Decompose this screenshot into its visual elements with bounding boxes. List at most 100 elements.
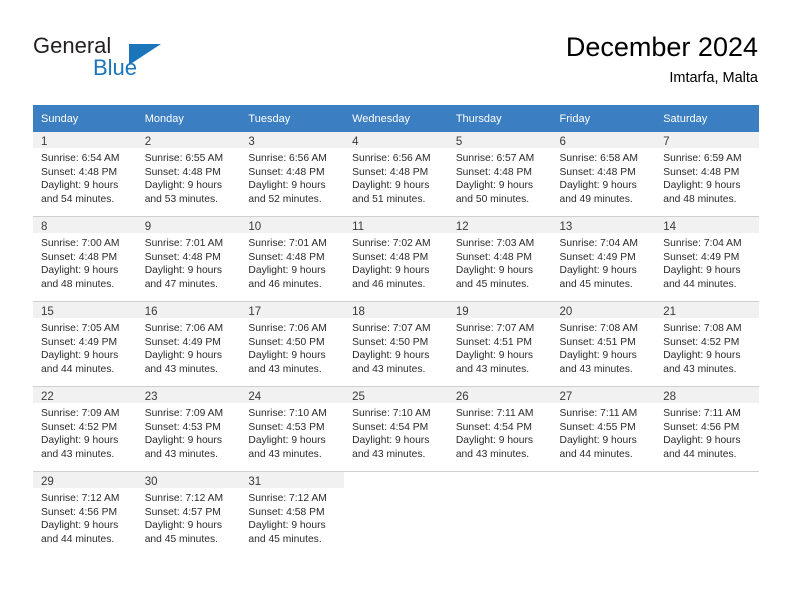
calendar-day-cell[interactable]: 30 Sunrise: 7:12 AM Sunset: 4:57 PM Dayligh…	[136, 472, 241, 556]
day-sunrise-text: Sunrise: 7:03 AM	[455, 238, 535, 249]
day-daylight-line1-text: Daylight: 9 hours	[455, 350, 534, 362]
day-daylight-line2-text: and 45 minutes.	[559, 278, 633, 290]
calendar-day-cell[interactable]: 7 Sunrise: 6:59 AM Sunset: 4:48 PM Daylight…	[655, 132, 759, 217]
calendar-day-cell[interactable]: 4 Sunrise: 6:56 AM Sunset: 4:48 PM Daylight…	[344, 132, 448, 217]
day-sunset-text: Sunset: 4:51 PM	[455, 336, 532, 348]
day-cell-inner: 22 Sunrise: 7:09 AM Sunset: 4:52 PM Dayligh…	[33, 387, 137, 471]
day-number: 25	[344, 387, 448, 403]
calendar-day-cell[interactable]: 10 Sunrise: 7:01 AM Sunset: 4:48 PM Dayligh…	[240, 216, 345, 302]
day-daylight-line1-text: Daylight: 9 hours	[663, 180, 741, 192]
day-sunset-text: Sunset: 4:53 PM	[248, 421, 325, 433]
calendar-day-cell[interactable]: 15 Sunrise: 7:05 AM Sunset: 4:49 PM Dayligh…	[33, 301, 137, 387]
day-cell-inner: 18 Sunrise: 7:07 AM Sunset: 4:50 PM Dayligh…	[344, 302, 448, 386]
day-sunrise-text: Sunrise: 7:11 AM	[663, 408, 741, 419]
day-daylight-line2-text: and 44 minutes.	[663, 448, 737, 460]
day-daylight-line2-text: and 45 minutes.	[455, 278, 530, 290]
calendar-day-cell[interactable]: 12 Sunrise: 7:03 AM Sunset: 4:48 PM Dayligh…	[447, 216, 552, 302]
calendar-day-cell[interactable]: 1 Sunrise: 6:54 AM Sunset: 4:48 PM Daylight…	[33, 132, 137, 217]
day-details: Sunrise: 6:59 AM Sunset: 4:48 PM Daylight:…	[655, 148, 759, 206]
day-details: Sunrise: 7:02 AM Sunset: 4:48 PM Daylight:…	[344, 233, 448, 291]
day-daylight-line2-text: and 43 minutes.	[352, 363, 426, 375]
calendar-day-cell[interactable]: 9 Sunrise: 7:01 AM Sunset: 4:48 PM Daylight…	[136, 216, 241, 302]
calendar-week-row: 29 Sunrise: 7:12 AM Sunset: 4:56 PM Dayligh…	[33, 472, 759, 556]
day-details: Sunrise: 7:00 AM Sunset: 4:48 PM Daylight:…	[33, 233, 137, 291]
day-daylight-line2-text: and 47 minutes.	[144, 278, 218, 290]
calendar-day-cell[interactable]: 16 Sunrise: 7:06 AM Sunset: 4:49 PM Dayligh…	[136, 301, 241, 387]
day-cell-inner: 7 Sunrise: 6:59 AM Sunset: 4:48 PM Daylight…	[655, 132, 759, 216]
day-sunrise-text: Sunrise: 6:59 AM	[663, 153, 742, 164]
day-daylight-line2-text: and 54 minutes.	[41, 193, 115, 205]
day-sunrise-text: Sunrise: 7:09 AM	[144, 408, 224, 419]
calendar-day-cell[interactable]: 22 Sunrise: 7:09 AM Sunset: 4:52 PM Dayligh…	[33, 386, 137, 472]
calendar-day-cell[interactable]: 18 Sunrise: 7:07 AM Sunset: 4:50 PM Dayligh…	[344, 301, 448, 387]
brand-logo[interactable]: General Blue	[33, 33, 213, 85]
day-daylight-line1-text: Daylight: 9 hours	[352, 350, 430, 362]
day-daylight-line1-text: Daylight: 9 hours	[352, 180, 430, 192]
day-daylight-line2-text: and 44 minutes.	[559, 448, 633, 460]
day-daylight-line2-text: and 48 minutes.	[41, 278, 115, 290]
calendar-day-cell[interactable]: 25 Sunrise: 7:10 AM Sunset: 4:54 PM Dayligh…	[344, 386, 448, 472]
day-cell-inner	[344, 472, 448, 556]
day-sunset-text: Sunset: 4:48 PM	[663, 166, 740, 178]
day-sunrise-text: Sunrise: 7:06 AM	[144, 323, 224, 334]
day-number: 14	[655, 217, 759, 233]
day-number: 7	[655, 132, 759, 148]
day-daylight-line1-text: Daylight: 9 hours	[144, 435, 222, 447]
day-number: 3	[240, 132, 345, 148]
day-daylight-line2-text: and 53 minutes.	[144, 193, 218, 205]
day-daylight-line2-text: and 45 minutes.	[248, 533, 322, 545]
day-cell-inner: 17 Sunrise: 7:06 AM Sunset: 4:50 PM Dayligh…	[240, 302, 345, 386]
calendar-day-cell[interactable]: 26 Sunrise: 7:11 AM Sunset: 4:54 PM Dayligh…	[447, 386, 552, 472]
day-cell-inner: 6 Sunrise: 6:58 AM Sunset: 4:48 PM Daylight…	[551, 132, 656, 216]
day-daylight-line2-text: and 43 minutes.	[144, 448, 218, 460]
day-daylight-line1-text: Daylight: 9 hours	[41, 265, 119, 277]
day-daylight-line2-text: and 50 minutes.	[455, 193, 530, 205]
day-sunrise-text: Sunrise: 7:12 AM	[248, 493, 327, 504]
day-daylight-line2-text: and 44 minutes.	[41, 533, 115, 545]
calendar-day-cell[interactable]: 11 Sunrise: 7:02 AM Sunset: 4:48 PM Dayligh…	[344, 216, 448, 302]
calendar-day-cell[interactable]: 3 Sunrise: 6:56 AM Sunset: 4:48 PM Daylight…	[240, 132, 345, 217]
calendar-day-cell[interactable]: 31 Sunrise: 7:12 AM Sunset: 4:58 PM Dayligh…	[240, 472, 345, 556]
calendar-day-cell[interactable]: 23 Sunrise: 7:09 AM Sunset: 4:53 PM Dayligh…	[136, 386, 241, 472]
calendar-day-cell[interactable]: 27 Sunrise: 7:11 AM Sunset: 4:55 PM Dayligh…	[551, 386, 656, 472]
day-daylight-line1-text: Daylight: 9 hours	[248, 180, 326, 192]
day-number: 26	[447, 387, 552, 403]
weekday-header-saturday: Saturday	[655, 105, 759, 132]
calendar-day-cell[interactable]: 29 Sunrise: 7:12 AM Sunset: 4:56 PM Dayligh…	[33, 472, 137, 556]
calendar-day-cell[interactable]: 24 Sunrise: 7:10 AM Sunset: 4:53 PM Dayligh…	[240, 386, 345, 472]
day-cell-inner	[551, 472, 656, 556]
day-details: Sunrise: 7:07 AM Sunset: 4:51 PM Daylight:…	[448, 318, 552, 376]
calendar-day-cell[interactable]: 13 Sunrise: 7:04 AM Sunset: 4:49 PM Dayligh…	[551, 216, 656, 302]
day-cell-inner: 14 Sunrise: 7:04 AM Sunset: 4:49 PM Dayligh…	[655, 217, 759, 301]
weekday-header-wednesday: Wednesday	[344, 105, 448, 132]
calendar-day-cell[interactable]: 8 Sunrise: 7:00 AM Sunset: 4:48 PM Daylight…	[33, 216, 137, 302]
weekday-header-tuesday: Tuesday	[240, 105, 345, 132]
day-details: Sunrise: 7:12 AM Sunset: 4:56 PM Daylight:…	[33, 488, 137, 546]
calendar-day-cell[interactable]: 20 Sunrise: 7:08 AM Sunset: 4:51 PM Dayligh…	[551, 301, 656, 387]
calendar-day-cell[interactable]: 28 Sunrise: 7:11 AM Sunset: 4:56 PM Dayligh…	[655, 386, 759, 472]
calendar-cell-empty	[655, 472, 759, 556]
day-cell-inner: 19 Sunrise: 7:07 AM Sunset: 4:51 PM Dayligh…	[447, 302, 552, 386]
day-daylight-line1-text: Daylight: 9 hours	[248, 435, 326, 447]
day-daylight-line2-text: and 43 minutes.	[455, 448, 530, 460]
day-number: 28	[655, 387, 759, 403]
calendar-day-cell[interactable]: 17 Sunrise: 7:06 AM Sunset: 4:50 PM Dayligh…	[240, 301, 345, 387]
calendar-week-row: 15 Sunrise: 7:05 AM Sunset: 4:49 PM Dayligh…	[33, 301, 759, 387]
day-details: Sunrise: 7:09 AM Sunset: 4:53 PM Daylight:…	[137, 403, 241, 461]
day-cell-inner: 20 Sunrise: 7:08 AM Sunset: 4:51 PM Dayligh…	[551, 302, 656, 386]
calendar-day-cell[interactable]: 5 Sunrise: 6:57 AM Sunset: 4:48 PM Daylight…	[447, 132, 552, 217]
day-details: Sunrise: 7:11 AM Sunset: 4:55 PM Daylight:…	[552, 403, 656, 461]
day-daylight-line1-text: Daylight: 9 hours	[144, 520, 222, 532]
day-cell-inner: 29 Sunrise: 7:12 AM Sunset: 4:56 PM Dayligh…	[33, 472, 137, 556]
day-sunrise-text: Sunrise: 6:58 AM	[559, 153, 638, 164]
calendar-day-cell[interactable]: 21 Sunrise: 7:08 AM Sunset: 4:52 PM Dayligh…	[655, 301, 759, 387]
calendar-day-cell[interactable]: 19 Sunrise: 7:07 AM Sunset: 4:51 PM Dayligh…	[447, 301, 552, 387]
calendar-day-cell[interactable]: 14 Sunrise: 7:04 AM Sunset: 4:49 PM Dayligh…	[655, 216, 759, 302]
day-sunset-text: Sunset: 4:54 PM	[455, 421, 532, 433]
day-number: 9	[136, 217, 241, 233]
day-daylight-line1-text: Daylight: 9 hours	[455, 435, 534, 447]
day-daylight-line1-text: Daylight: 9 hours	[559, 350, 637, 362]
calendar-day-cell[interactable]: 6 Sunrise: 6:58 AM Sunset: 4:48 PM Daylight…	[551, 132, 656, 217]
calendar-day-cell[interactable]: 2 Sunrise: 6:55 AM Sunset: 4:48 PM Daylight…	[136, 132, 241, 217]
day-daylight-line1-text: Daylight: 9 hours	[559, 180, 637, 192]
